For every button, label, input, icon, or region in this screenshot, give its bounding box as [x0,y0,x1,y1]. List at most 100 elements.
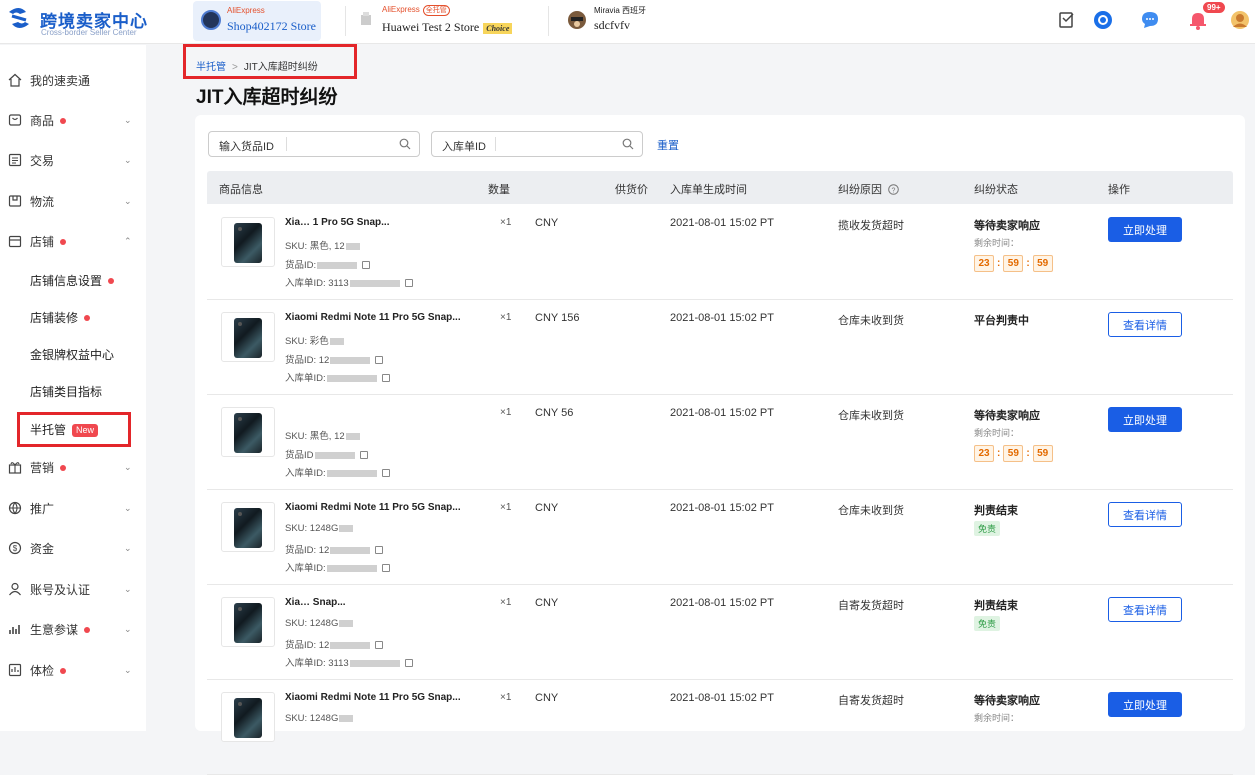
goods-id: 货品ID [285,447,368,461]
inbound-created-time: 2021-08-01 15:02 PT [670,217,774,229]
sidebar-subitem-store-info[interactable]: 店铺信息设置 [0,265,146,295]
copy-icon[interactable] [381,469,390,478]
breadcrumb-parent-link[interactable]: 半托管 [196,62,226,73]
inbound-id-input[interactable] [498,135,598,153]
reset-button[interactable]: 重置 [657,137,679,153]
copy-icon[interactable] [362,261,371,270]
product-thumbnail[interactable] [221,692,275,742]
sidebar-item-trade[interactable]: 交易 ⌄ [0,145,146,175]
sidebar-item-business-advisor[interactable]: 生意参谋 ⌄ [0,614,146,644]
inbound-id-search-field[interactable]: 入库单ID [431,131,643,157]
view-details-button[interactable]: 查看详情 [1108,597,1182,622]
gift-icon [8,462,22,474]
logo[interactable]: 跨境卖家中心 Cross-border Seller Center [6,6,147,37]
sidebar-item-store[interactable]: 店铺 ⌃ [0,226,146,256]
sidebar-item-label: 我的速卖通 [30,73,91,88]
sidebar-item-logistics[interactable]: 物流 ⌄ [0,186,146,216]
help-circle-icon[interactable]: ? [888,184,899,195]
product-thumbnail[interactable] [221,217,275,267]
quantity: ×1 [500,217,512,228]
timer-separator: : [1026,448,1030,459]
store-brand: AliExpress 全托管 [382,5,450,16]
store-switch-huawei[interactable]: AliExpress 全托管 Huawei Test 2 Store Choice [358,0,538,40]
chevron-down-icon: ⌄ [124,542,132,553]
message-circle-icon[interactable] [1093,10,1113,30]
goods-id-search-field[interactable]: 输入货品ID [208,131,420,157]
view-details-button[interactable]: 查看详情 [1108,312,1182,337]
copy-icon[interactable] [404,279,413,288]
handle-now-button[interactable]: 立即处理 [1108,407,1182,432]
view-details-button[interactable]: 查看详情 [1108,502,1182,527]
sidebar-subitem-medal-center[interactable]: 金银牌权益中心 [0,339,146,369]
sidebar-item-label: 资金 [30,541,55,556]
product-sku: SKU: 1248G [285,523,354,534]
dispute-reason: 自寄发货超时 [838,600,904,612]
chevron-down-icon: ⌄ [124,461,132,472]
sidebar-item-funds[interactable]: $ 资金 ⌄ [0,533,146,563]
sidebar-item-marketing[interactable]: 营销 ⌄ [0,452,146,482]
copy-icon[interactable] [375,641,384,650]
handle-now-button[interactable]: 立即处理 [1108,692,1182,717]
sidebar-item-account[interactable]: 账号及认证 ⌄ [0,574,146,604]
table-row: Xia… 1 Pro 5G Snap... SKU: 黑色, 12 货品ID: 入库单… [207,205,1233,300]
handle-now-button[interactable]: 立即处理 [1108,217,1182,242]
redacted-block [330,546,371,554]
goods-id-label: 输入货品ID [219,141,274,153]
product-name[interactable]: Xia… Snap... [285,597,346,608]
dispute-reason: 仓库未收到货 [838,315,904,327]
chat-icon[interactable] [1140,10,1160,30]
product-thumbnail[interactable] [221,312,275,362]
supply-price: CNY 156 [535,312,580,324]
search-icon[interactable] [399,138,411,150]
notification-count-badge: 99+ [1202,1,1226,14]
sidebar-item-products[interactable]: 商品 ⌄ [0,105,146,135]
redacted-block [339,619,354,627]
copy-icon[interactable] [381,374,390,383]
store-switch-miravia[interactable]: Miravia 西班牙 sdcfvfv [565,0,675,40]
sidebar-subitem-label: 店铺信息设置 [30,272,115,289]
product-thumbnail[interactable] [221,597,275,647]
inbound-created-time: 2021-08-01 15:02 PT [670,407,774,419]
product-thumbnail[interactable] [221,502,275,552]
red-dot [60,118,67,125]
dollar-icon: $ [8,541,22,555]
sidebar-subitem-category-metrics[interactable]: 店铺类目指标 [0,376,146,406]
quantity: ×1 [500,407,512,418]
product-name[interactable]: Xiaomi Redmi Note 11 Pro 5G Snap... [285,312,461,323]
product-name[interactable]: Xia… 1 Pro 5G Snap... [285,217,389,228]
quantity: ×1 [500,597,512,608]
sidebar-item-promotion[interactable]: 推广 ⌄ [0,493,146,523]
product-name[interactable]: Xiaomi Redmi Note 11 Pro 5G Snap... [285,692,461,703]
sidebar-item-home[interactable]: 我的速卖通 [0,65,146,95]
sidebar-subitem-store-decoration[interactable]: 店铺装修 [0,302,146,332]
sidebar-item-label: 交易 [30,153,55,168]
chevron-up-icon: ⌃ [124,235,132,246]
inbound-created-time: 2021-08-01 15:02 PT [670,502,774,514]
product-thumbnail[interactable] [221,407,275,457]
copy-icon[interactable] [381,564,390,573]
sidebar-item-label: 商品 [30,112,67,129]
product-sku: SKU: 1248G [285,713,354,724]
redacted-block [349,659,400,667]
copy-icon[interactable] [359,451,368,460]
copy-icon[interactable] [404,659,413,668]
copy-icon[interactable] [375,546,384,555]
svg-text:$: $ [13,544,18,553]
sidebar-item-health-check[interactable]: 体检 ⌄ [0,655,146,685]
store-icon [361,12,371,25]
product-name[interactable]: Xiaomi Redmi Note 11 Pro 5G Snap... [285,502,461,513]
copy-icon[interactable] [375,356,384,365]
user-avatar-icon[interactable] [1230,10,1250,30]
dispute-reason: 仓库未收到货 [838,410,904,422]
chevron-down-icon: ⌄ [124,623,132,634]
inbound-created-time: 2021-08-01 15:02 PT [670,312,774,324]
redacted-block [326,469,377,477]
goods-id-input[interactable] [289,135,389,153]
search-icon[interactable] [622,138,634,150]
dispute-status: 平台判责中 [974,315,1029,327]
edit-document-icon[interactable] [1057,10,1077,30]
redacted-block [326,564,377,572]
store-switch-aliexpress-shop[interactable]: AliExpress Shop402172 Store [193,1,321,41]
redacted-block [330,356,371,364]
store-brand: Miravia 西班牙 [594,6,647,15]
